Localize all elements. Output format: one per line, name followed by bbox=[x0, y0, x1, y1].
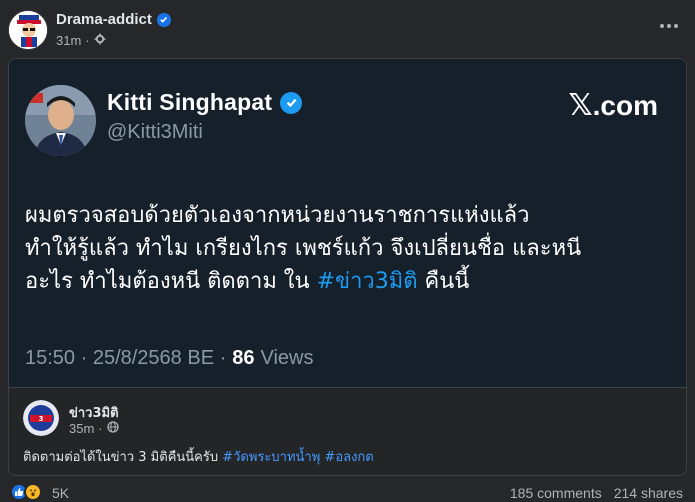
tweet-author-name: Kitti Singhapat bbox=[107, 89, 273, 115]
tweet-timestamp: 15:50 · 25/8/2568 BE · bbox=[25, 347, 227, 369]
page-name[interactable]: Drama-addict bbox=[56, 11, 152, 28]
reactions-bar: 5K 185 comments 214 shares bbox=[0, 478, 695, 502]
original-post-text: ติดตามต่อได้ในข่าว 3 มิติคืนนี้ครับ #วัด… bbox=[23, 446, 374, 467]
original-text: ติดตามต่อได้ในข่าว 3 มิติคืนนี้ครับ bbox=[23, 450, 223, 465]
tweet-line: ผมตรวจสอบด้วยตัวเองจากหน่วยงานราชการแห่ง… bbox=[25, 203, 530, 228]
more-options-button[interactable] bbox=[655, 14, 683, 38]
hashtag-link[interactable]: #อลงกต bbox=[324, 450, 373, 465]
tweet-body: ผมตรวจสอบด้วยตัวเองจากหน่วยงานราชการแห่ง… bbox=[25, 199, 665, 298]
post-header: Drama-addict 31m · bbox=[0, 0, 695, 56]
meta-separator: · bbox=[85, 33, 90, 48]
post-meta: 31m · bbox=[56, 33, 106, 48]
tweet-views-count: 86 bbox=[232, 347, 255, 369]
tweet-handle: @Kitti3Miti bbox=[107, 121, 203, 143]
original-time[interactable]: 35m bbox=[69, 421, 94, 436]
original-post: 3 ข่าว3มิติ 35m · ติดตามต่อได้ในข่าว 3 ม… bbox=[9, 387, 686, 475]
tweet-line: อะไร ทำไมต้องหนี ติดตาม ใน #ข่าว3มิติ คื… bbox=[25, 265, 665, 298]
reaction-icons[interactable] bbox=[10, 483, 42, 501]
original-meta: 35m · bbox=[69, 421, 119, 436]
tweet-screenshot: Kitti Singhapat @Kitti3Miti 𝕏 .com ผมตรว… bbox=[9, 59, 686, 387]
x-icon: 𝕏 bbox=[568, 88, 593, 123]
reaction-count[interactable]: 5K bbox=[52, 485, 69, 501]
tweet-line: ทำให้รู้แล้ว ทำไม เกรียงไกร เพชร์แก้ว จึ… bbox=[25, 236, 582, 261]
x-logo: 𝕏 .com bbox=[568, 91, 658, 121]
dot-icon bbox=[667, 24, 671, 28]
svg-text:3: 3 bbox=[39, 415, 44, 423]
tweet-line-text: อะไร ทำไมต้องหนี ติดตาม ใน bbox=[25, 269, 317, 294]
tweet-footer: 15:50 · 25/8/2568 BE · 86 Views bbox=[25, 347, 314, 370]
globe-icon bbox=[106, 421, 119, 436]
original-page-avatar[interactable]: 3 bbox=[23, 400, 59, 436]
original-page-name[interactable]: ข่าว3มิติ bbox=[69, 402, 119, 423]
page-name-row: Drama-addict bbox=[56, 11, 171, 28]
comments-count[interactable]: 185 comments bbox=[510, 485, 602, 501]
shares-count[interactable]: 214 shares bbox=[614, 485, 683, 501]
wow-icon bbox=[24, 483, 42, 501]
dot-icon bbox=[674, 24, 678, 28]
dot-icon bbox=[660, 24, 664, 28]
tweet-line-text: คืนนี้ bbox=[417, 269, 470, 294]
engagement-stats: 185 comments 214 shares bbox=[510, 485, 683, 501]
page-avatar[interactable] bbox=[8, 10, 48, 50]
meta-separator: · bbox=[98, 421, 103, 436]
x-logo-domain: .com bbox=[592, 90, 658, 121]
post-time[interactable]: 31m bbox=[56, 33, 81, 48]
tweet-hashtag: #ข่าว3มิติ bbox=[316, 269, 418, 294]
hashtag-link[interactable]: #วัดพระบาทน้ำพุ bbox=[222, 450, 320, 465]
verified-badge-icon bbox=[156, 12, 171, 27]
shared-post-card[interactable]: Kitti Singhapat @Kitti3Miti 𝕏 .com ผมตรว… bbox=[8, 58, 687, 476]
tweet-views-label: Views bbox=[260, 347, 314, 369]
tweet-verified-icon bbox=[280, 91, 303, 114]
tweet-avatar bbox=[25, 85, 96, 156]
settings-gear-icon bbox=[94, 33, 106, 48]
tweet-name-row: Kitti Singhapat bbox=[107, 89, 303, 116]
